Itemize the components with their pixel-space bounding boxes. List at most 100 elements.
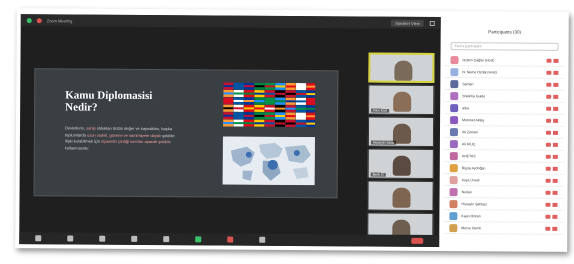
muted-mic-icon	[545, 214, 551, 219]
video-off-icon	[553, 70, 559, 75]
participant-row[interactable]: AHETAS	[443, 150, 564, 163]
participant-name: Ali Zaman	[461, 129, 478, 134]
participant-name: Nurlan	[461, 189, 472, 194]
slide-body-segment: Devletlerin,	[64, 125, 87, 131]
participant-row[interactable]: N. Neme Ozdal (Host)	[444, 66, 565, 79]
slide-body-segment: kullanmasıdır.	[64, 144, 90, 151]
video-name-label: Berk Ö	[370, 172, 386, 177]
participant-search-input[interactable]: Find a participant	[450, 42, 559, 51]
participant-row[interactable]: Mehmet Aktaş	[444, 114, 565, 127]
video-icon[interactable]	[67, 235, 74, 242]
world-map-image	[222, 136, 315, 186]
video-off-icon	[553, 94, 559, 99]
participant-row[interactable]: Nurlan	[443, 186, 564, 199]
muted-mic-icon	[545, 130, 552, 135]
title-bar: Zoom Meeting Speaker View	[20, 14, 441, 30]
fullscreen-icon[interactable]	[429, 20, 435, 26]
video-off-icon	[552, 214, 558, 219]
muted-mic-icon	[545, 226, 551, 231]
video-off-icon	[553, 118, 559, 123]
share-screen-icon[interactable]	[195, 236, 202, 243]
participant-row[interactable]: Ali KILIÇ	[443, 138, 564, 151]
participant-row[interactable]: Büşra Aydoğan	[443, 162, 564, 175]
flag-band	[233, 85, 244, 88]
speaker-view-button[interactable]: Speaker View	[391, 19, 424, 27]
muted-mic-icon	[545, 202, 551, 207]
participant-row[interactable]: Asya Ünsal	[443, 174, 564, 187]
video-tile[interactable]: Hüseyin Sara	[367, 116, 435, 147]
participant-name: Kaan Özkan	[461, 213, 481, 218]
participant-row[interactable]: Sheikha Guide	[444, 90, 565, 103]
flag-band	[243, 114, 254, 117]
flag-band	[243, 99, 255, 103]
participant-video	[394, 60, 413, 81]
participant-video	[392, 155, 411, 176]
record-icon[interactable]	[227, 236, 234, 243]
avatar	[449, 211, 458, 220]
chat-icon[interactable]	[163, 236, 170, 243]
participants-icon[interactable]	[131, 235, 138, 242]
shared-slide: Kamu Diplomasisi Nedir? Devletlerin, sah…	[33, 68, 339, 199]
muted-mic-icon	[545, 166, 551, 171]
security-toolbar-icon[interactable]	[99, 235, 106, 242]
flags-image	[223, 82, 316, 128]
participant-row[interactable]: Hüseyin Şahbaz	[443, 198, 564, 211]
participant-row[interactable]: Ozlem Çağlar (Host)	[444, 54, 565, 67]
avatar	[449, 127, 459, 136]
participants-panel: Participants (30) Find a participant Ozl…	[443, 17, 565, 248]
muted-mic-icon	[545, 190, 551, 195]
video-off-icon	[552, 166, 558, 171]
muted-mic-icon	[546, 82, 552, 87]
flag-band	[233, 114, 244, 117]
reactions-icon[interactable]	[259, 236, 266, 243]
screenshot-frame: Zoom Meeting Speaker View Kamu Diplomasi…	[15, 8, 569, 252]
muted-mic-icon	[545, 154, 551, 159]
participant-name: Hüseyin Şahbaz	[461, 201, 488, 206]
muted-mic-icon	[546, 106, 552, 111]
slide-body-segment: siyasetin çizdiği sınırları aşacak şekil…	[101, 138, 171, 145]
flag-band	[306, 93, 316, 96]
participant-name: Ozlem Çağlar (Host)	[462, 57, 495, 62]
flag-band	[306, 85, 316, 88]
participant-row[interactable]: Saman	[444, 78, 565, 91]
slide-body: Devletlerin, sahip oldukları bütün değer…	[65, 125, 177, 152]
flag-band	[254, 100, 265, 103]
meeting-toolbar	[19, 232, 440, 248]
flag-band	[295, 122, 306, 125]
end-meeting-button[interactable]	[411, 237, 424, 244]
mute-icon[interactable]	[35, 235, 42, 242]
participant-name: Büşra Aydoğan	[461, 165, 486, 170]
video-tile[interactable]	[367, 180, 434, 211]
participant-row[interactable]: Merve Demir	[443, 222, 564, 235]
muted-mic-icon	[546, 58, 552, 63]
video-off-icon	[552, 190, 558, 195]
security-icon[interactable]	[26, 17, 32, 23]
flag-band	[306, 100, 316, 103]
flag-band	[233, 92, 244, 95]
avatar	[449, 223, 458, 232]
avatar	[449, 151, 458, 160]
muted-mic-icon	[546, 118, 552, 123]
participant-name: Merve Demir	[461, 225, 482, 230]
video-off-icon	[552, 202, 558, 207]
video-tile[interactable]: Berk Ö	[367, 148, 434, 179]
flag-band	[275, 114, 286, 118]
flag-band	[295, 100, 307, 103]
participant-row[interactable]: aiba	[444, 102, 565, 115]
avatar	[450, 67, 459, 76]
flag-band	[285, 122, 296, 125]
video-off-icon	[552, 154, 558, 159]
video-tile[interactable]	[368, 52, 435, 83]
flag-band	[233, 99, 244, 102]
muted-mic-icon	[545, 178, 551, 183]
flag-band	[223, 85, 234, 88]
flag-band	[295, 115, 306, 118]
video-tile[interactable]: Fikri Kurt	[368, 84, 435, 115]
participant-name: Mehmet Aktaş	[462, 117, 485, 122]
avatar	[449, 163, 458, 172]
muted-mic-icon	[546, 70, 552, 75]
participant-row[interactable]: Kaan Özkan	[443, 210, 564, 223]
flag-band	[254, 122, 265, 125]
participant-row[interactable]: Ali Zaman	[443, 126, 565, 139]
video-off-icon	[553, 106, 559, 111]
